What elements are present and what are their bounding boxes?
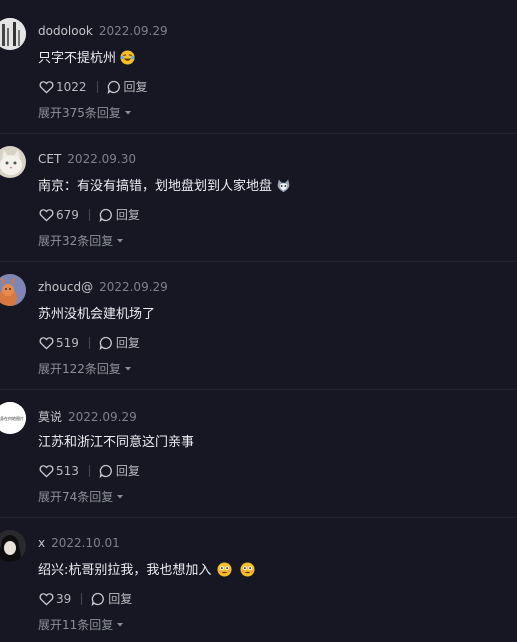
reply-button[interactable]: 回复 bbox=[99, 334, 140, 351]
chevron-down-icon bbox=[117, 622, 124, 626]
comment-meta: x 2022.10.01 bbox=[38, 536, 120, 550]
avatar[interactable] bbox=[0, 274, 26, 306]
reply-bubble-icon bbox=[99, 208, 112, 222]
comment-meta: dodolook 2022.09.29 bbox=[38, 24, 168, 38]
heart-icon bbox=[39, 592, 54, 606]
like-count: 679 bbox=[56, 207, 79, 222]
flushed-emoji-icon bbox=[217, 562, 232, 581]
username[interactable]: CET bbox=[38, 152, 61, 166]
like-button[interactable]: 39 bbox=[39, 592, 71, 606]
avatar-text: 身在何地图片 bbox=[0, 415, 24, 421]
chevron-down-icon bbox=[124, 366, 131, 370]
expand-replies-label: 展开11条回复 bbox=[38, 618, 114, 632]
heart-icon bbox=[39, 336, 54, 350]
reply-label: 回复 bbox=[115, 208, 140, 222]
like-count: 519 bbox=[56, 335, 79, 350]
username[interactable]: 莫说 bbox=[38, 410, 62, 424]
expand-replies[interactable]: 展开32条回复 bbox=[38, 232, 124, 249]
divider bbox=[96, 80, 98, 93]
comment-text: 南京：有没有搞错，划地盘划到人家地盘 bbox=[38, 175, 291, 197]
comment-date: 2022.10.01 bbox=[51, 536, 120, 550]
expand-replies-label: 展开32条回复 bbox=[38, 234, 114, 248]
comment-body: 绍兴:杭哥别拉我，我也想加入 bbox=[38, 563, 212, 578]
flushed-emoji-icon bbox=[240, 562, 255, 581]
chevron-down-icon bbox=[117, 238, 124, 242]
comment-text: 绍兴:杭哥别拉我，我也想加入 bbox=[38, 559, 255, 581]
comment-date: 2022.09.30 bbox=[67, 152, 137, 166]
reply-bubble-icon bbox=[99, 336, 112, 350]
comment-item: 身在何地图片 莫说 2022.09.29 江苏和浙江不同意这门亲事 513 回复 … bbox=[0, 384, 517, 512]
comment-actions: 679 回复 bbox=[39, 206, 140, 223]
expand-replies-label: 展开375条回复 bbox=[38, 106, 121, 120]
heart-icon bbox=[39, 464, 54, 478]
expand-replies[interactable]: 展开375条回复 bbox=[38, 104, 132, 121]
like-count: 513 bbox=[56, 463, 79, 478]
like-count: 39 bbox=[56, 591, 72, 606]
reply-label: 回复 bbox=[123, 80, 148, 94]
comment-date: 2022.09.29 bbox=[98, 24, 168, 38]
reply-label: 回复 bbox=[115, 464, 140, 478]
reply-button[interactable]: 回复 bbox=[91, 590, 132, 607]
avatar[interactable] bbox=[0, 18, 26, 50]
comment-actions: 513 回复 bbox=[39, 462, 140, 479]
comment-item: dodolook 2022.09.29 只字不提杭州 1022 回复 展开375条… bbox=[0, 0, 517, 128]
expand-replies[interactable]: 展开11条回复 bbox=[38, 616, 124, 633]
comment-actions: 1022 回复 bbox=[39, 78, 148, 95]
chevron-down-icon bbox=[124, 110, 131, 114]
divider bbox=[88, 464, 90, 477]
comment-actions: 519 回复 bbox=[39, 334, 140, 351]
avatar[interactable] bbox=[0, 146, 26, 178]
avatar[interactable]: 身在何地图片 bbox=[0, 402, 26, 434]
reply-label: 回复 bbox=[108, 592, 133, 606]
reply-label: 回复 bbox=[115, 336, 140, 350]
comment-meta: CET 2022.09.30 bbox=[38, 152, 136, 166]
comment-item: x 2022.10.01 绍兴:杭哥别拉我，我也想加入 39 回复 展开11条回复 bbox=[0, 512, 517, 640]
comment-text: 苏州没机会建机场了 bbox=[38, 303, 155, 322]
expand-replies[interactable]: 展开122条回复 bbox=[38, 360, 132, 377]
comment-text: 江苏和浙江不同意这门亲事 bbox=[38, 431, 194, 450]
comment-body: 苏州没机会建机场了 bbox=[38, 307, 156, 322]
comment-item: CET 2022.09.30 南京：有没有搞错，划地盘划到人家地盘 679 回复 … bbox=[0, 128, 517, 256]
divider bbox=[88, 208, 90, 221]
heart-icon bbox=[39, 208, 54, 222]
username[interactable]: dodolook bbox=[38, 24, 93, 38]
comment-actions: 39 回复 bbox=[39, 590, 132, 607]
heart-icon bbox=[39, 80, 54, 94]
username[interactable]: zhoucd@ bbox=[38, 280, 93, 294]
like-button[interactable]: 519 bbox=[39, 336, 79, 350]
comment-item: zhoucd@ 2022.09.29 苏州没机会建机场了 519 回复 展开122… bbox=[0, 256, 517, 384]
divider bbox=[81, 592, 83, 605]
cat-emoji-icon bbox=[276, 179, 291, 197]
comment-text: 只字不提杭州 bbox=[38, 47, 135, 69]
reply-button[interactable]: 回复 bbox=[99, 206, 140, 223]
reply-bubble-icon bbox=[99, 464, 112, 478]
username[interactable]: x bbox=[38, 536, 45, 550]
comment-meta: zhoucd@ 2022.09.29 bbox=[38, 280, 168, 294]
comment-body: 只字不提杭州 bbox=[38, 51, 117, 66]
comment-meta: 莫说 2022.09.29 bbox=[38, 408, 137, 425]
expand-replies[interactable]: 展开74条回复 bbox=[38, 488, 124, 505]
like-count: 1022 bbox=[56, 79, 87, 94]
chevron-down-icon bbox=[117, 494, 124, 498]
divider bbox=[88, 336, 90, 349]
laughing-crying-emoji-icon bbox=[120, 50, 135, 69]
reply-button[interactable]: 回复 bbox=[99, 462, 140, 479]
avatar[interactable] bbox=[0, 530, 26, 562]
comment-date: 2022.09.29 bbox=[99, 280, 168, 294]
comment-date: 2022.09.29 bbox=[68, 410, 137, 424]
reply-bubble-icon bbox=[107, 80, 120, 94]
expand-replies-label: 展开122条回复 bbox=[38, 362, 121, 376]
comment-body: 南京：有没有搞错，划地盘划到人家地盘 bbox=[38, 179, 273, 194]
reply-button[interactable]: 回复 bbox=[107, 78, 148, 95]
reply-bubble-icon bbox=[91, 592, 105, 606]
comment-body: 江苏和浙江不同意这门亲事 bbox=[38, 435, 195, 450]
like-button[interactable]: 1022 bbox=[39, 80, 87, 94]
like-button[interactable]: 513 bbox=[39, 464, 79, 478]
like-button[interactable]: 679 bbox=[39, 208, 79, 222]
expand-replies-label: 展开74条回复 bbox=[38, 490, 114, 504]
